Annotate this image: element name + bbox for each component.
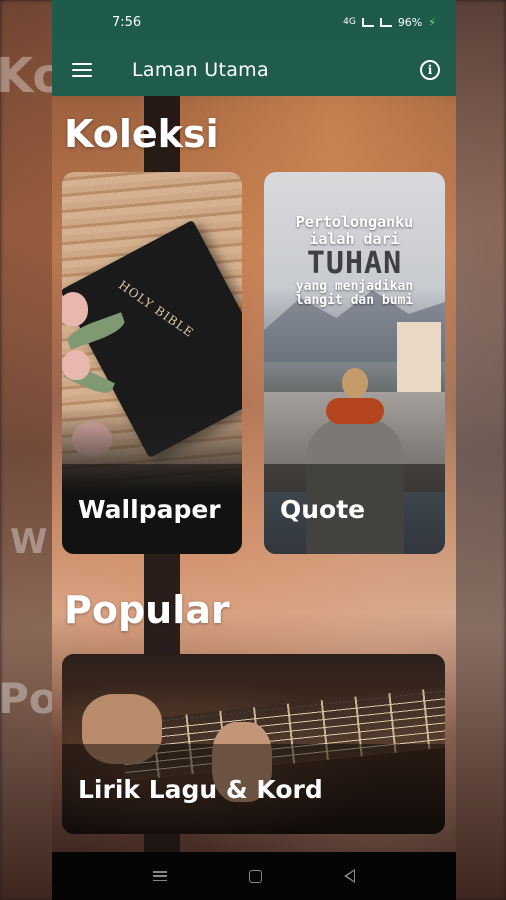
quote-card-label: Quote	[264, 464, 445, 554]
phone-screen: 7:56 4G 96% ⚡ Laman Utama i Koleksi HOLY…	[52, 0, 456, 900]
lirik-lagu-card[interactable]: Lirik Lagu & Kord	[62, 654, 445, 834]
battery-percent: 96%	[397, 15, 423, 29]
recent-apps-icon[interactable]	[153, 871, 167, 881]
quote-card[interactable]: Pertolonganku ialah dari TUHAN yang menj…	[264, 172, 445, 554]
signal-icon	[361, 17, 374, 27]
info-icon[interactable]: i	[420, 60, 440, 80]
ghost-text-wallpaper: W	[10, 522, 48, 562]
ghost-text-popular: Po	[0, 674, 58, 723]
wallpaper-card-label: Wallpaper	[62, 464, 242, 554]
tulip-image	[62, 292, 88, 326]
network-label: 4G	[343, 17, 356, 27]
status-icons: 4G 96% ⚡	[343, 16, 436, 29]
home-icon[interactable]	[249, 869, 262, 883]
app-bar: Laman Utama i	[52, 44, 456, 96]
quote-image-text: Pertolonganku ialah dari TUHAN yang menj…	[295, 213, 414, 309]
status-time: 7:56	[112, 14, 142, 30]
section-title-koleksi: Koleksi	[64, 112, 219, 156]
signal-icon-2	[379, 17, 392, 27]
page-title: Laman Utama	[132, 59, 269, 81]
battery-charging-icon: ⚡	[428, 15, 436, 29]
lirik-lagu-card-label: Lirik Lagu & Kord	[62, 744, 445, 834]
section-title-popular: Popular	[64, 588, 230, 632]
hamburger-menu-icon[interactable]	[72, 63, 92, 77]
back-icon[interactable]	[344, 869, 355, 883]
system-nav-bar	[52, 852, 456, 900]
status-bar: 7:56 4G 96% ⚡	[52, 0, 456, 44]
wallpaper-card[interactable]: HOLY BIBLE Wallpaper	[62, 172, 242, 554]
